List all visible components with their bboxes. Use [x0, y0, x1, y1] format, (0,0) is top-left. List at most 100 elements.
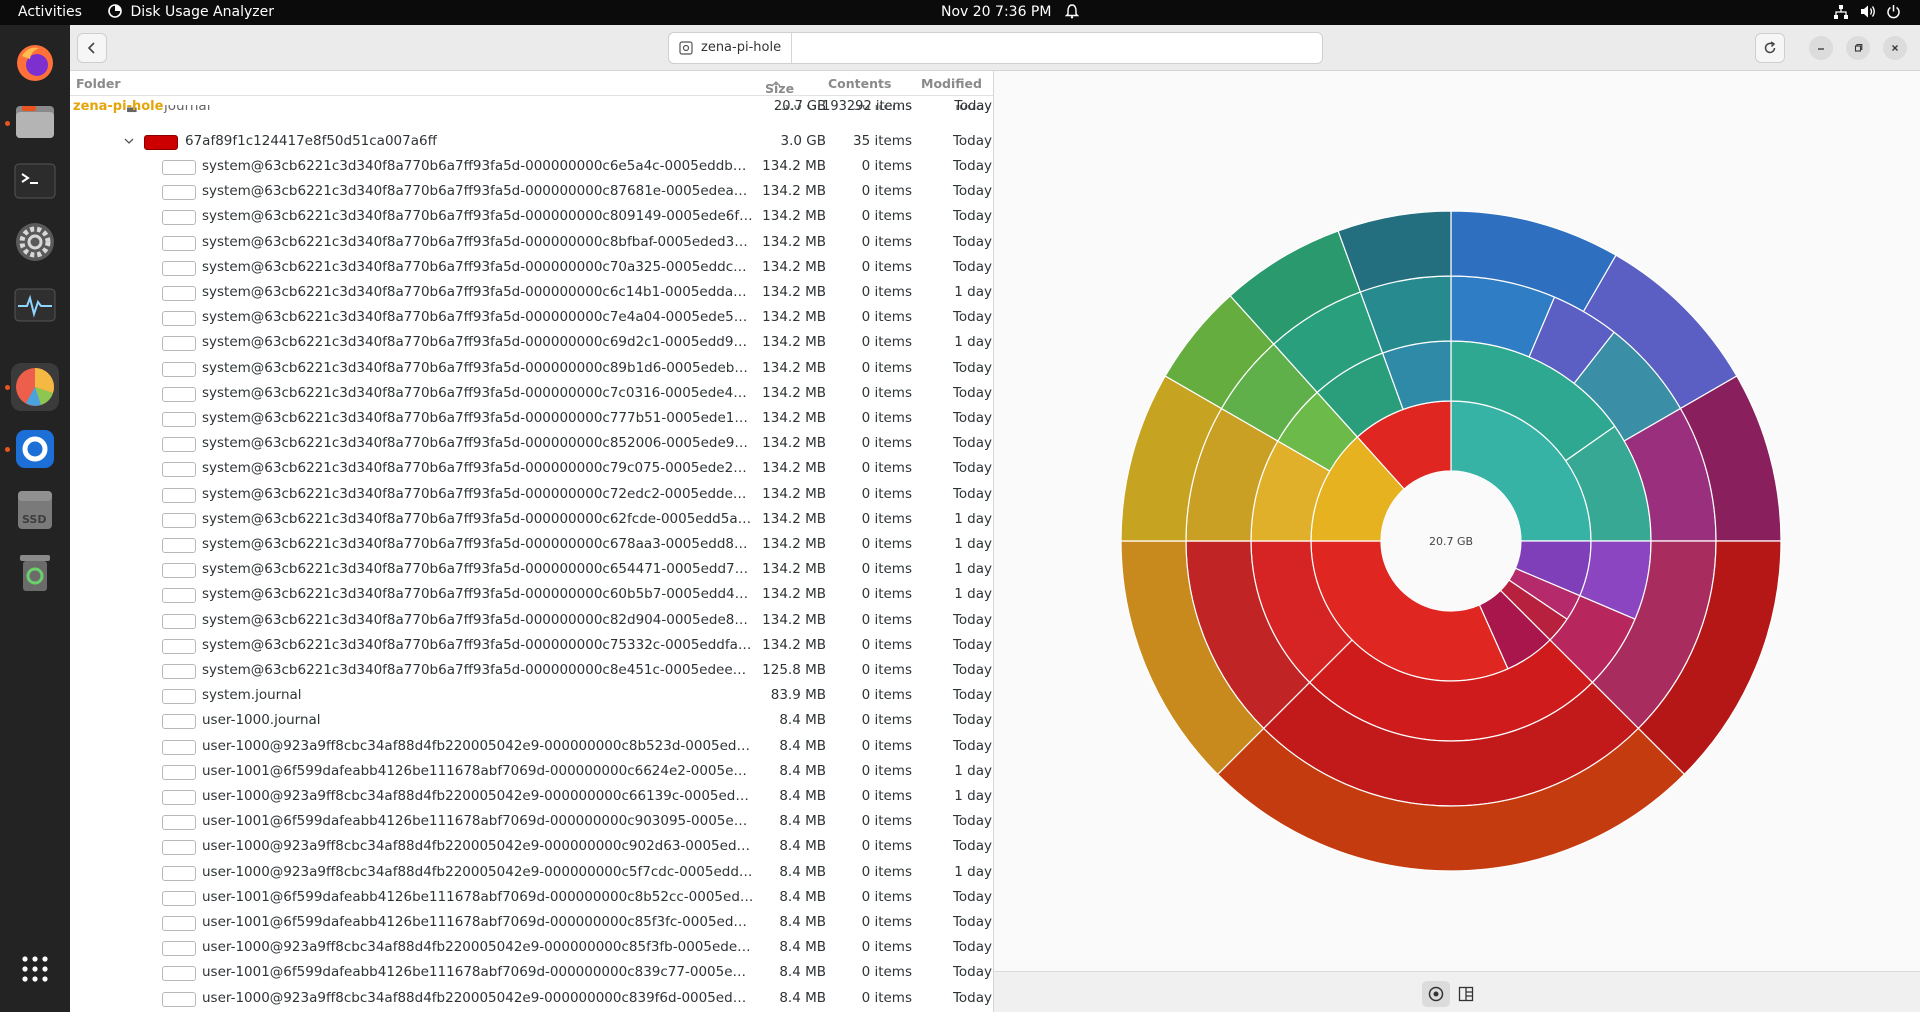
- file-row[interactable]: user-1000.journal 8.4 MB 0 items Today: [70, 708, 993, 733]
- file-row[interactable]: system@63cb6221c3d340f8a770b6a7ff93fa5d-…: [70, 381, 993, 406]
- row-modified: Today: [952, 460, 992, 477]
- column-contents[interactable]: Contents: [828, 76, 891, 91]
- rings-chart-pane[interactable]: 20.7 GB: [994, 71, 1920, 971]
- row-contents: 0 items: [861, 510, 912, 527]
- app-menu[interactable]: Disk Usage Analyzer: [108, 4, 274, 20]
- file-row[interactable]: system@63cb6221c3d340f8a770b6a7ff93fa5d-…: [70, 204, 993, 229]
- dock-ssd-drive[interactable]: SSD: [11, 486, 59, 534]
- file-row[interactable]: system@63cb6221c3d340f8a770b6a7ff93fa5d-…: [70, 658, 993, 683]
- back-button[interactable]: [77, 33, 107, 63]
- column-modified[interactable]: Modified: [921, 76, 982, 91]
- treemap-view-button[interactable]: [1452, 981, 1480, 1007]
- network-icon[interactable]: [1834, 5, 1848, 23]
- trash-icon: [20, 555, 50, 591]
- file-row[interactable]: user-1001@6f599dafeabb4126be111678abf706…: [70, 809, 993, 834]
- file-row[interactable]: system@63cb6221c3d340f8a770b6a7ff93fa5d-…: [70, 608, 993, 633]
- file-row[interactable]: user-1000@923a9ff8cbc34af88d4fb220005042…: [70, 734, 993, 759]
- row-name: user-1001@6f599dafeabb4126be111678abf706…: [202, 914, 754, 930]
- row-contents: 0 items: [861, 888, 912, 905]
- row-size: 134.2 MB: [762, 359, 826, 376]
- file-swatch: [162, 235, 196, 251]
- terminal-icon: [14, 163, 56, 199]
- row-name: user-1000@923a9ff8cbc34af88d4fb220005042…: [202, 863, 754, 880]
- file-swatch: [162, 386, 196, 402]
- maximize-button[interactable]: [1846, 36, 1870, 60]
- dock-files[interactable]: [11, 98, 59, 146]
- rings-view-button[interactable]: [1422, 981, 1450, 1007]
- row-contents: 0 items: [861, 687, 912, 704]
- row-size: 8.4 MB: [779, 813, 826, 830]
- file-row[interactable]: system@63cb6221c3d340f8a770b6a7ff93fa5d-…: [70, 507, 993, 532]
- file-row[interactable]: system@63cb6221c3d340f8a770b6a7ff93fa5d-…: [70, 179, 993, 204]
- alarm-icon: [1064, 3, 1080, 23]
- row-name: system@63cb6221c3d340f8a770b6a7ff93fa5d-…: [202, 435, 754, 452]
- row-name: system@63cb6221c3d340f8a770b6a7ff93fa5d-…: [202, 536, 754, 552]
- row-modified: 1 day: [954, 510, 992, 527]
- file-row[interactable]: system@63cb6221c3d340f8a770b6a7ff93fa5d-…: [70, 431, 993, 456]
- file-row[interactable]: user-1001@6f599dafeabb4126be111678abf706…: [70, 910, 993, 935]
- minimize-button[interactable]: [1809, 36, 1833, 60]
- file-row[interactable]: system@63cb6221c3d340f8a770b6a7ff93fa5d-…: [70, 330, 993, 355]
- file-row[interactable]: system@63cb6221c3d340f8a770b6a7ff93fa5d-…: [70, 633, 993, 658]
- file-row[interactable]: system@63cb6221c3d340f8a770b6a7ff93fa5d-…: [70, 154, 993, 179]
- row-modified: Today: [952, 158, 992, 174]
- dock-settings[interactable]: [11, 218, 59, 266]
- file-swatch: [162, 966, 196, 982]
- location-bar[interactable]: zena-pi-hole: [668, 32, 1323, 64]
- clock[interactable]: Nov 20 7:36 PM: [941, 4, 1051, 20]
- file-row[interactable]: system@63cb6221c3d340f8a770b6a7ff93fa5d-…: [70, 456, 993, 481]
- row-contents: 0 items: [861, 863, 912, 880]
- file-row[interactable]: system@63cb6221c3d340f8a770b6a7ff93fa5d-…: [70, 230, 993, 255]
- file-row[interactable]: system@63cb6221c3d340f8a770b6a7ff93fa5d-…: [70, 255, 993, 280]
- file-row[interactable]: system@63cb6221c3d340f8a770b6a7ff93fa5d-…: [70, 582, 993, 607]
- row-modified: Today: [952, 636, 992, 653]
- activities-button[interactable]: Activities: [18, 4, 82, 20]
- file-row[interactable]: user-1000@923a9ff8cbc34af88d4fb220005042…: [70, 860, 993, 885]
- dock-onboard[interactable]: [11, 425, 59, 473]
- column-size[interactable]: Size: [765, 76, 794, 96]
- file-row[interactable]: system.journal 83.9 MB 0 items Today: [70, 683, 993, 708]
- file-row[interactable]: user-1001@6f599dafeabb4126be111678abf706…: [70, 759, 993, 784]
- file-swatch: [162, 613, 196, 629]
- file-row[interactable]: user-1001@6f599dafeabb4126be111678abf706…: [70, 960, 993, 985]
- row-contents: 0 items: [861, 485, 912, 502]
- file-row[interactable]: user-1000@923a9ff8cbc34af88d4fb220005042…: [70, 935, 993, 960]
- file-row[interactable]: user-1000@923a9ff8cbc34af88d4fb220005042…: [70, 986, 993, 1011]
- root-summary-row[interactable]: zena-pi-hole 20.7 GB 193292 items Today: [70, 95, 993, 118]
- file-swatch: [162, 538, 196, 553]
- refresh-button[interactable]: [1755, 33, 1785, 63]
- folder-tree-pane[interactable]: Folder Size Contents Modified ▬ journal …: [70, 71, 994, 1012]
- dock-terminal[interactable]: [11, 157, 59, 205]
- row-contents: 0 items: [861, 158, 912, 174]
- file-row[interactable]: system@63cb6221c3d340f8a770b6a7ff93fa5d-…: [70, 557, 993, 582]
- row-size: 8.4 MB: [779, 989, 826, 1006]
- breadcrumb-root[interactable]: zena-pi-hole: [669, 33, 793, 63]
- rings-chart[interactable]: 20.7 GB: [994, 71, 1920, 971]
- file-row[interactable]: system@63cb6221c3d340f8a770b6a7ff93fa5d-…: [70, 406, 993, 431]
- file-row[interactable]: user-1000@923a9ff8cbc34af88d4fb220005042…: [70, 784, 993, 809]
- row-modified: Today: [952, 233, 992, 250]
- power-icon[interactable]: [1886, 4, 1901, 23]
- row-modified: 1 day: [954, 586, 992, 603]
- firefox-icon: [17, 45, 53, 81]
- dock-disk-usage-analyzer[interactable]: [11, 363, 59, 411]
- file-row[interactable]: system@63cb6221c3d340f8a770b6a7ff93fa5d-…: [70, 482, 993, 507]
- tree-row-folder[interactable]: 67af89f1c124417e8f50d51ca007a6ff 3.0 GB …: [70, 129, 993, 154]
- file-row[interactable]: system@63cb6221c3d340f8a770b6a7ff93fa5d-…: [70, 280, 993, 305]
- column-folder[interactable]: Folder: [76, 76, 121, 91]
- dock-firefox[interactable]: [11, 39, 59, 87]
- dock-system-monitor[interactable]: [11, 281, 59, 329]
- file-row[interactable]: system@63cb6221c3d340f8a770b6a7ff93fa5d-…: [70, 305, 993, 330]
- dock-app-grid[interactable]: [11, 945, 59, 993]
- row-name: system@63cb6221c3d340f8a770b6a7ff93fa5d-…: [202, 258, 754, 275]
- file-swatch: [162, 664, 196, 679]
- file-row[interactable]: user-1000@923a9ff8cbc34af88d4fb220005042…: [70, 834, 993, 859]
- file-row[interactable]: system@63cb6221c3d340f8a770b6a7ff93fa5d-…: [70, 356, 993, 381]
- file-row[interactable]: user-1001@6f599dafeabb4126be111678abf706…: [70, 885, 993, 910]
- row-name: system@63cb6221c3d340f8a770b6a7ff93fa5d-…: [202, 359, 754, 376]
- close-button[interactable]: [1883, 36, 1907, 60]
- dock-trash[interactable]: [11, 548, 59, 596]
- file-row[interactable]: system@63cb6221c3d340f8a770b6a7ff93fa5d-…: [70, 532, 993, 557]
- volume-icon[interactable]: [1860, 4, 1876, 23]
- row-size: 83.9 MB: [770, 687, 826, 704]
